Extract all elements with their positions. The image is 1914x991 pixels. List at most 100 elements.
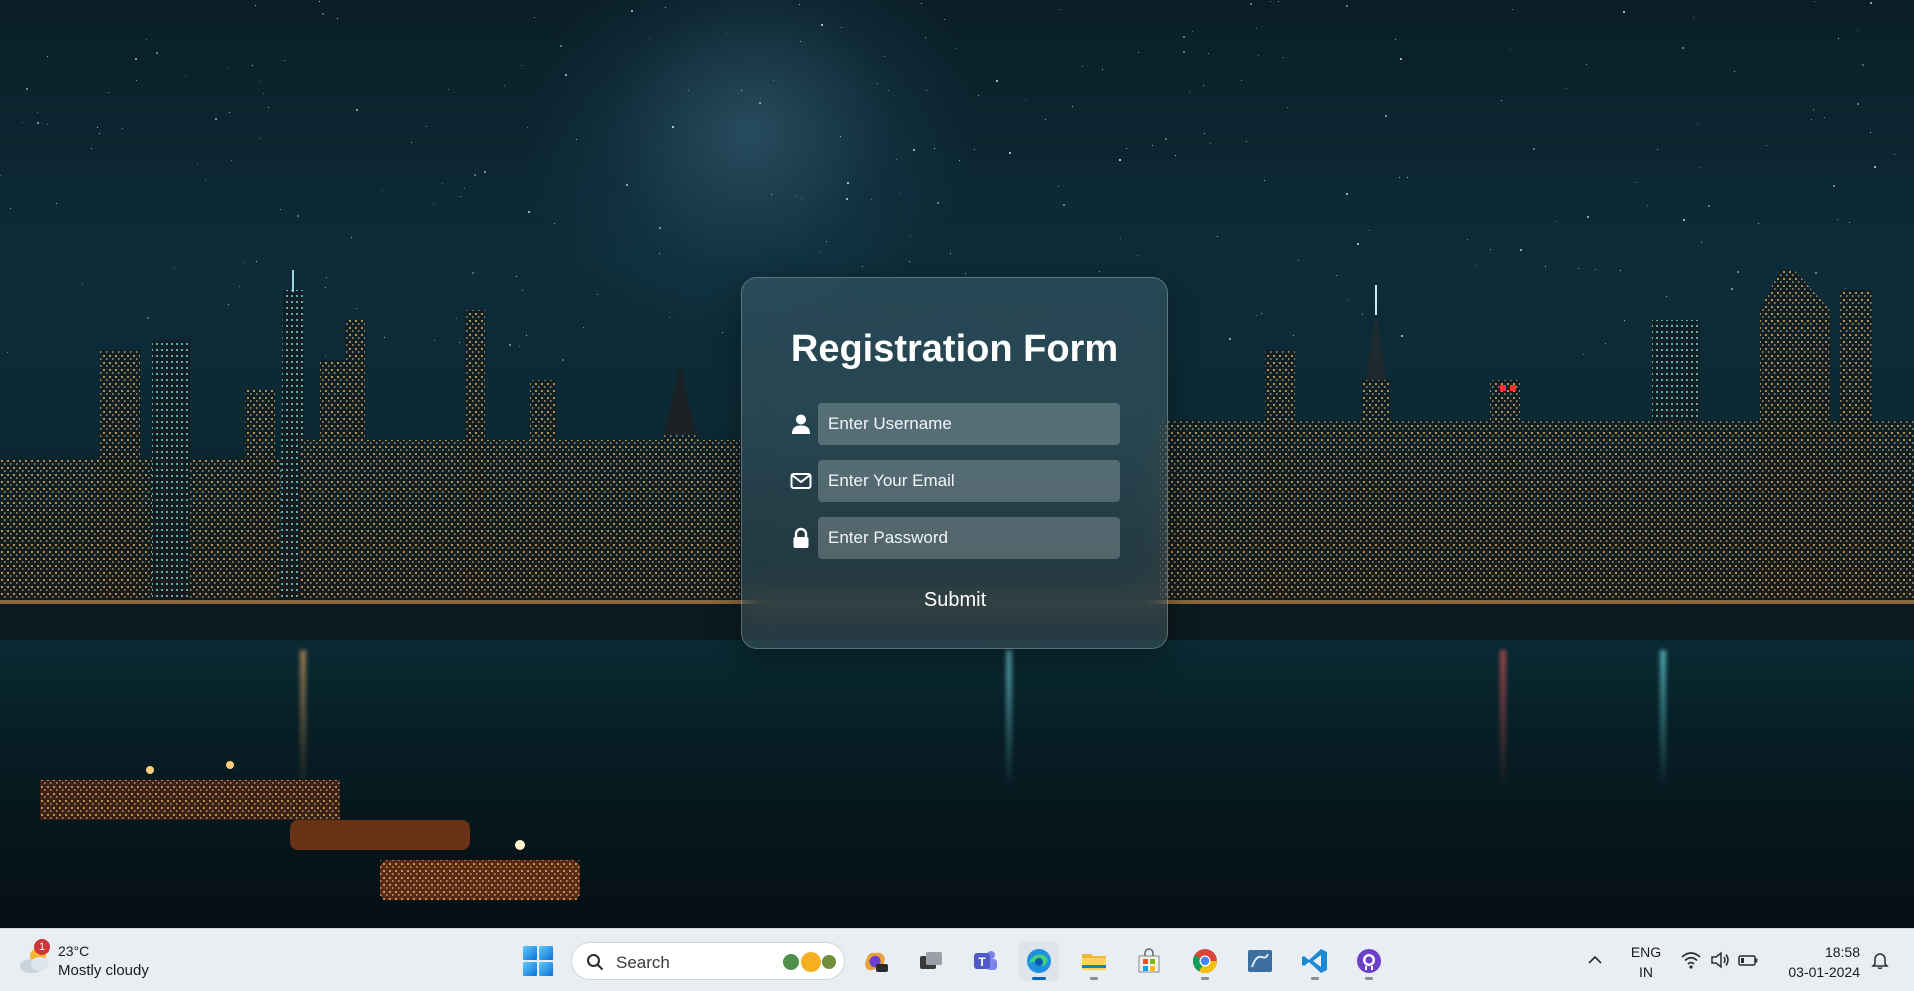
star	[688, 90, 690, 92]
vscode-app[interactable]	[1295, 941, 1335, 981]
star	[1283, 56, 1285, 58]
star	[1210, 142, 1212, 144]
star	[520, 64, 522, 66]
weather-temperature: 23°C	[58, 943, 90, 959]
star	[920, 3, 922, 5]
weather-widget[interactable]: 1 23°C Mostly cloudy	[14, 939, 164, 981]
star	[1474, 265, 1476, 267]
language-indicator[interactable]: ENG IN	[1624, 942, 1668, 982]
star	[1555, 221, 1557, 223]
star	[1137, 254, 1139, 256]
star	[230, 159, 232, 161]
star	[559, 44, 562, 47]
battery-icon[interactable]	[1738, 950, 1758, 970]
microsoft-store-app[interactable]	[1129, 941, 1169, 981]
star	[1656, 149, 1658, 151]
star	[862, 265, 864, 267]
star	[215, 118, 218, 121]
star	[145, 39, 147, 41]
github-icon	[1357, 949, 1381, 973]
star	[108, 92, 110, 94]
teams-app[interactable]: T	[965, 941, 1005, 981]
star	[1395, 39, 1397, 41]
star	[950, 253, 952, 254]
chevron-up-icon[interactable]	[1586, 951, 1604, 969]
star	[228, 111, 230, 113]
star	[1586, 216, 1589, 219]
search-icon	[587, 954, 604, 971]
star	[56, 202, 58, 204]
system-clock[interactable]: 18:58 03-01-2024	[1776, 942, 1860, 982]
star	[484, 170, 487, 173]
star	[819, 252, 821, 254]
star	[259, 80, 261, 82]
email-input[interactable]	[818, 460, 1120, 502]
wifi-icon[interactable]	[1681, 950, 1701, 970]
volume-icon[interactable]	[1710, 950, 1730, 970]
star	[1298, 260, 1300, 262]
star	[553, 222, 555, 224]
star	[1025, 100, 1027, 102]
submit-button[interactable]: Submit	[905, 583, 1005, 617]
mysql-workbench-app[interactable]	[1240, 941, 1280, 981]
star	[1264, 179, 1266, 181]
star	[760, 97, 762, 99]
taskbar-search[interactable]: Search	[571, 942, 845, 980]
edge-app[interactable]	[1019, 941, 1059, 981]
star	[908, 261, 910, 263]
star	[22, 122, 24, 124]
file-explorer-app[interactable]	[1074, 941, 1114, 981]
folder-icon	[1082, 954, 1106, 970]
star	[800, 41, 802, 43]
star	[319, 1, 321, 3]
star	[936, 201, 939, 204]
star	[91, 148, 92, 150]
star	[410, 141, 412, 143]
star	[322, 13, 325, 16]
star	[1384, 115, 1387, 118]
star	[226, 68, 228, 70]
star	[771, 193, 773, 195]
store-icon	[1138, 948, 1160, 973]
star	[1838, 37, 1840, 39]
star	[259, 138, 261, 139]
username-row	[790, 403, 1120, 445]
star	[1345, 5, 1348, 8]
star	[871, 199, 873, 201]
star	[1733, 71, 1735, 72]
star	[1813, 109, 1815, 111]
username-input[interactable]	[818, 403, 1120, 445]
chrome-app[interactable]	[1185, 941, 1225, 981]
star	[671, 126, 674, 129]
star	[9, 207, 11, 209]
star	[1848, 222, 1850, 224]
star	[1869, 132, 1871, 134]
star	[626, 183, 629, 186]
pier-boats	[40, 761, 580, 900]
star	[887, 90, 889, 92]
water-reflection	[1006, 650, 1012, 790]
password-input[interactable]	[818, 517, 1120, 559]
task-view-app[interactable]	[911, 941, 951, 981]
windows-start-icon[interactable]	[521, 944, 555, 978]
user-icon	[792, 414, 810, 434]
star	[759, 102, 762, 105]
star	[1125, 147, 1127, 149]
notification-bell-icon[interactable]	[1870, 950, 1890, 970]
star	[978, 94, 980, 96]
github-desktop-app[interactable]	[1349, 941, 1389, 981]
star	[995, 80, 998, 83]
language-code: ENG	[1630, 944, 1662, 960]
star	[97, 126, 99, 128]
email-row	[790, 460, 1120, 502]
star	[1857, 102, 1860, 105]
copilot-app[interactable]	[855, 941, 895, 981]
star	[252, 65, 254, 67]
star	[1635, 181, 1637, 183]
star	[1245, 140, 1247, 142]
star	[933, 147, 935, 149]
star	[1008, 151, 1011, 154]
star	[1399, 57, 1402, 60]
task-view-icon	[920, 952, 942, 969]
star	[527, 210, 530, 213]
